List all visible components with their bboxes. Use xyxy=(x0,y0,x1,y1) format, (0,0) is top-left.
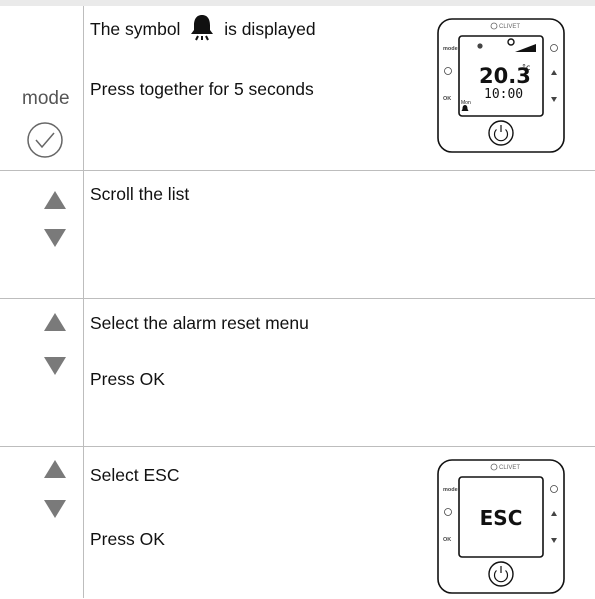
device2-ok-label: OK xyxy=(443,537,451,543)
up-arrow-icon xyxy=(44,460,66,483)
row-divider-2 xyxy=(0,298,595,299)
step1-instruction: The symbol is displayed xyxy=(90,13,316,45)
step3-text: Select the alarm reset menu xyxy=(90,313,309,333)
step2-text: Scroll the list xyxy=(90,184,190,204)
row-divider-3 xyxy=(0,446,595,447)
step4-text: Select ESC xyxy=(90,465,180,485)
device1-time: 10:00 xyxy=(484,87,523,102)
down-arrow-icon xyxy=(44,500,66,523)
device1-ok-label: OK xyxy=(443,96,451,102)
device2-brand: CLIVET xyxy=(499,465,520,471)
device1-brand: CLIVET xyxy=(499,24,520,30)
down-arrow-icon xyxy=(44,229,66,252)
up-arrow-icon xyxy=(44,191,66,214)
device2-display: ESC xyxy=(480,506,523,530)
step1-press-text: Press together for 5 seconds xyxy=(90,79,314,99)
step1-text-prefix: The symbol xyxy=(90,19,181,39)
device1-mode-label: mode xyxy=(443,46,458,52)
bell-icon xyxy=(189,13,215,45)
ok-check-button[interactable] xyxy=(26,121,64,164)
down-arrow-icon xyxy=(44,357,66,380)
top-strip xyxy=(0,0,595,6)
step1-text-suffix: is displayed xyxy=(224,19,316,39)
device2-mode-label: mode xyxy=(443,487,458,493)
device1-day: Mon xyxy=(461,100,471,106)
row-divider-1 xyxy=(0,170,595,171)
column-divider xyxy=(83,6,84,598)
up-arrow-icon xyxy=(44,313,66,336)
thermostat-device-2: CLIVET mode OK ESC xyxy=(437,459,565,599)
device1-unit: °c xyxy=(522,63,530,72)
thermostat-device-1: CLIVET mode OK 20.3 °c 10:00 Mon xyxy=(437,18,565,158)
step4-press-text: Press OK xyxy=(90,529,165,549)
mode-button-label[interactable]: mode xyxy=(22,88,70,110)
check-circle-icon xyxy=(27,122,63,158)
step3-press-text: Press OK xyxy=(90,369,165,389)
